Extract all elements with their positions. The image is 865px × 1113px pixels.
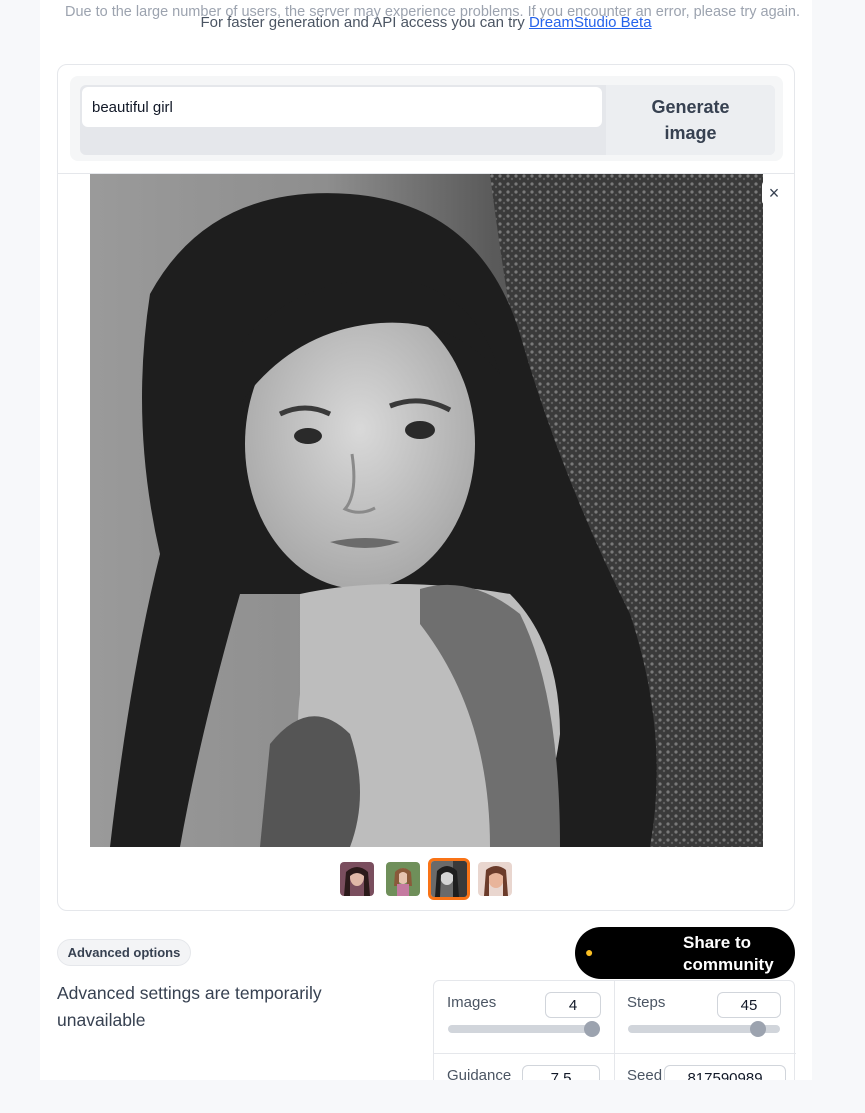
hugging-face-icon: ●	[585, 944, 594, 960]
generator-card: Generate image	[57, 64, 795, 911]
thumbnail-strip	[340, 858, 520, 902]
prompt-input[interactable]	[82, 87, 602, 127]
steps-label: Steps	[627, 994, 666, 1011]
seed-number-input[interactable]	[664, 1065, 786, 1080]
generate-image-button[interactable]: Generate image	[606, 85, 775, 155]
steps-number-input[interactable]	[717, 992, 781, 1018]
images-slider[interactable]	[448, 1021, 600, 1037]
images-number-input[interactable]	[545, 992, 601, 1018]
share-to-community-button[interactable]: ● Share to community	[575, 927, 795, 979]
prompt-row: Generate image	[70, 76, 783, 161]
server-warning-banner: Due to the large number of users, the se…	[64, 4, 801, 20]
share-button-label: Share to community	[683, 933, 774, 974]
prompt-group: Generate image	[80, 85, 775, 155]
close-gallery-button[interactable]: ×	[762, 181, 786, 205]
main-panel: For faster generation and API access you…	[40, 0, 812, 1080]
images-slider-handle[interactable]	[584, 1021, 600, 1037]
advanced-options-toggle[interactable]: Advanced options	[57, 939, 191, 966]
advanced-unavailable-message: Advanced settings are temporarily unavai…	[57, 983, 322, 1030]
guidance-number-input[interactable]	[522, 1065, 600, 1080]
thumbnail-1[interactable]	[340, 862, 374, 896]
settings-grid: Images Steps Guidance Seed	[433, 980, 796, 1080]
thumbnail-4[interactable]	[478, 862, 512, 896]
seed-label: Seed	[627, 1067, 663, 1080]
steps-slider-handle[interactable]	[750, 1021, 767, 1037]
settings-column-divider	[614, 981, 615, 1080]
generated-image-preview[interactable]	[90, 174, 763, 847]
thumbnail-3[interactable]	[428, 858, 470, 900]
images-label: Images	[447, 994, 497, 1011]
settings-row-divider	[434, 1053, 796, 1054]
guidance-label: Guidance	[447, 1067, 512, 1080]
thumbnail-2[interactable]	[386, 862, 420, 896]
steps-slider[interactable]	[628, 1021, 780, 1037]
